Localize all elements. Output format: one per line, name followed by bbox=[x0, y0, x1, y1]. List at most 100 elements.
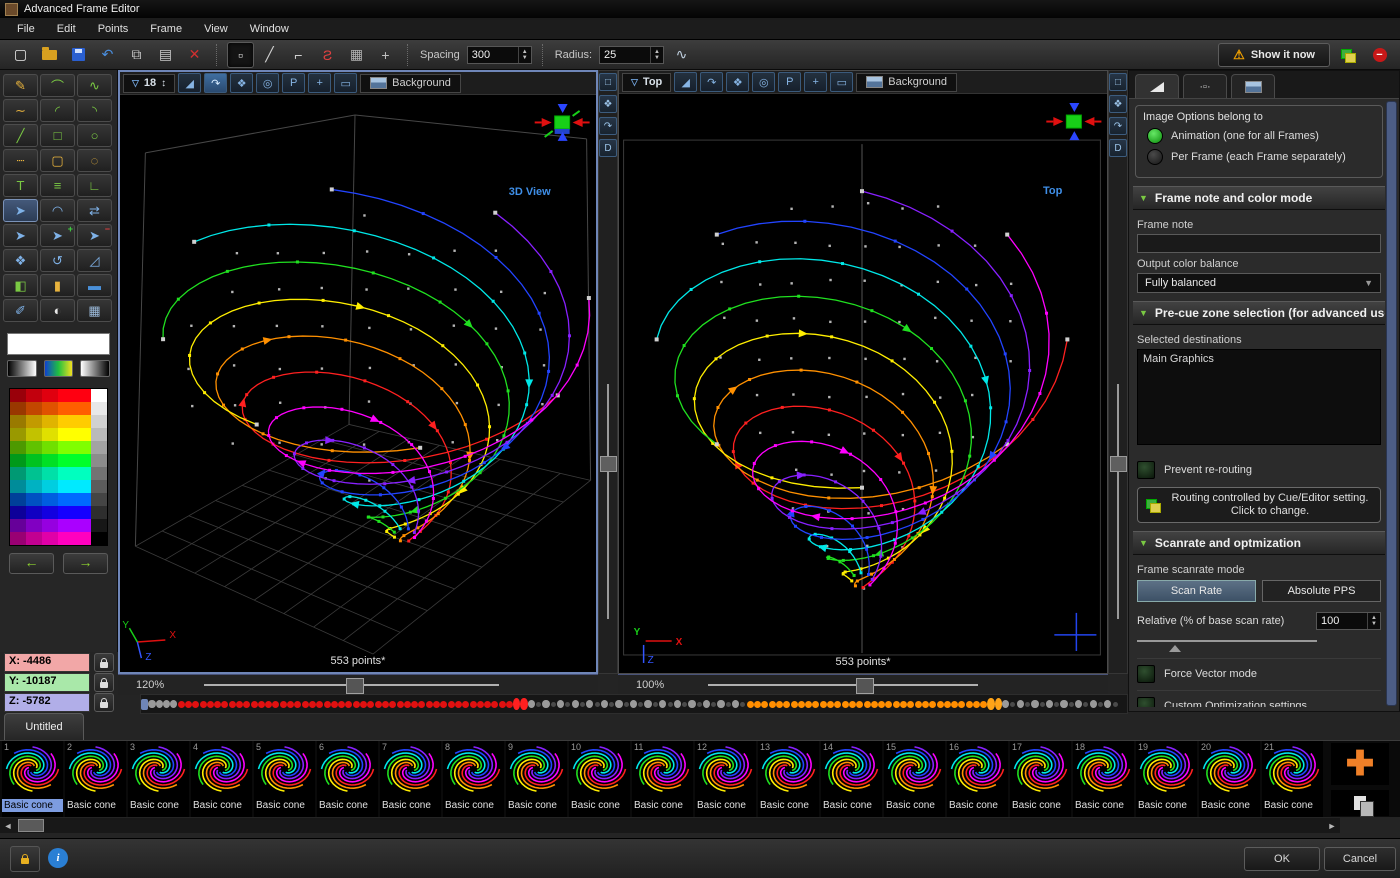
point-dot[interactable] bbox=[1090, 695, 1097, 713]
point-dot[interactable] bbox=[294, 695, 301, 713]
palette-swatch[interactable] bbox=[42, 415, 58, 428]
copy-button[interactable]: ⧉ bbox=[123, 42, 150, 68]
point-dot[interactable] bbox=[900, 695, 907, 713]
point-dot[interactable] bbox=[141, 695, 148, 713]
frame-thumbnail-7[interactable]: 7Basic cone bbox=[380, 741, 441, 817]
frame-thumbnail-8[interactable]: 8Basic cone bbox=[443, 741, 504, 817]
frame-thumbnail-16[interactable]: 16Basic cone bbox=[947, 741, 1008, 817]
document-tab[interactable]: Untitled bbox=[4, 713, 84, 740]
point-dot[interactable] bbox=[659, 695, 666, 713]
palette-swatch[interactable] bbox=[42, 454, 58, 467]
auto-connect-tool[interactable]: Ƨ bbox=[314, 42, 341, 68]
point-dot[interactable] bbox=[323, 695, 330, 713]
palette-swatch[interactable] bbox=[75, 506, 91, 519]
view-mode-dropdown[interactable]: ▽18↕ bbox=[123, 74, 175, 93]
palette-swatch[interactable] bbox=[58, 415, 74, 428]
palette-swatch[interactable] bbox=[26, 402, 42, 415]
crosshair-mode-button[interactable]: + bbox=[804, 72, 827, 92]
destinations-list[interactable]: Main Graphics bbox=[1137, 349, 1381, 445]
point-select-tool[interactable]: ▫ bbox=[227, 42, 254, 68]
view-mode-dropdown[interactable]: ▽Top bbox=[622, 73, 671, 92]
palette-swatch-gray[interactable] bbox=[91, 389, 107, 402]
point-dot[interactable] bbox=[710, 695, 717, 713]
add-frame-button[interactable]: ✚ bbox=[1331, 743, 1389, 785]
point-dot[interactable] bbox=[929, 695, 936, 713]
palette-swatch[interactable] bbox=[10, 480, 26, 493]
palette-swatch[interactable] bbox=[58, 454, 74, 467]
lock-frames-button[interactable] bbox=[10, 846, 40, 872]
point-dot[interactable] bbox=[914, 695, 921, 713]
point-dot[interactable] bbox=[258, 695, 265, 713]
point-rectangle-tool[interactable]: ▢ bbox=[40, 149, 75, 172]
grid-snap-tool[interactable]: ▦ bbox=[343, 42, 370, 68]
palette-swatch-gray[interactable] bbox=[91, 441, 107, 454]
point-dot[interactable] bbox=[207, 695, 214, 713]
gradient-wb-button[interactable] bbox=[80, 360, 110, 377]
point-dot[interactable] bbox=[1111, 695, 1118, 713]
background-button[interactable]: Background bbox=[856, 73, 957, 92]
routing-button[interactable]: Routing controlled by Cue/Editor setting… bbox=[1137, 487, 1381, 523]
bezier-curve-tool[interactable]: ⌒ bbox=[40, 74, 75, 97]
palette-swatch[interactable] bbox=[75, 441, 91, 454]
point-dot[interactable] bbox=[747, 695, 754, 713]
point-dot[interactable] bbox=[156, 695, 163, 713]
show-it-now-button[interactable]: ⚠Show it now bbox=[1218, 43, 1330, 67]
palette-swatch[interactable] bbox=[10, 467, 26, 480]
blackout-button[interactable]: − bbox=[1366, 42, 1393, 68]
rectangle-tool[interactable]: □ bbox=[40, 124, 75, 147]
point-dot[interactable] bbox=[170, 695, 177, 713]
frame-rect-mode-button[interactable]: ▭ bbox=[830, 72, 853, 92]
arc-cw-tool[interactable]: ◜ bbox=[40, 99, 75, 122]
palette-swatch[interactable] bbox=[10, 428, 26, 441]
palette-swatch[interactable] bbox=[75, 519, 91, 532]
point-dot[interactable] bbox=[229, 695, 236, 713]
point-dot[interactable] bbox=[922, 695, 929, 713]
frame-thumbnail-12[interactable]: 12Basic cone bbox=[695, 741, 756, 817]
point-dot[interactable] bbox=[834, 695, 841, 713]
palette-swatch[interactable] bbox=[10, 441, 26, 454]
palette-swatch[interactable] bbox=[42, 506, 58, 519]
paste-button[interactable]: ▤ bbox=[152, 42, 179, 68]
menu-edit[interactable]: Edit bbox=[46, 20, 87, 38]
freehand-curve-tool[interactable]: ∼ bbox=[3, 99, 38, 122]
palette-swatch-gray[interactable] bbox=[91, 402, 107, 415]
point-dot[interactable] bbox=[717, 695, 724, 713]
maximize-view-button[interactable]: □ bbox=[599, 73, 617, 91]
point-dot[interactable] bbox=[280, 695, 287, 713]
frame-rect-mode-button[interactable]: ▭ bbox=[334, 73, 357, 93]
point-dot[interactable] bbox=[703, 695, 710, 713]
point-dot[interactable] bbox=[411, 695, 418, 713]
palette-swatch[interactable] bbox=[58, 480, 74, 493]
palette-swatch[interactable] bbox=[42, 441, 58, 454]
rotate-tool[interactable]: ↺ bbox=[40, 249, 75, 272]
point-dot[interactable] bbox=[863, 695, 870, 713]
point-dot[interactable] bbox=[557, 695, 564, 713]
z-lock-button[interactable] bbox=[94, 693, 114, 712]
palette-swatch[interactable] bbox=[75, 428, 91, 441]
palette-swatch[interactable] bbox=[42, 493, 58, 506]
prevent-rerouting-checkbox[interactable] bbox=[1137, 461, 1155, 479]
point-dot[interactable] bbox=[520, 695, 527, 713]
palette-prev-button[interactable]: ← bbox=[9, 553, 54, 574]
zoom-tool-button[interactable]: ◎ bbox=[752, 72, 775, 92]
menu-frame[interactable]: Frame bbox=[139, 20, 193, 38]
orbit-tool-button[interactable]: ↷ bbox=[700, 72, 723, 92]
palette-swatch[interactable] bbox=[42, 532, 58, 545]
palette-swatch-gray[interactable] bbox=[91, 454, 107, 467]
point-dot[interactable] bbox=[688, 695, 695, 713]
palette-swatch[interactable] bbox=[58, 428, 74, 441]
point-dot[interactable] bbox=[820, 695, 827, 713]
palette-swatch[interactable] bbox=[75, 532, 91, 545]
palette-swatch[interactable] bbox=[26, 519, 42, 532]
menu-view[interactable]: View bbox=[193, 20, 239, 38]
palette-swatch-gray[interactable] bbox=[91, 519, 107, 532]
gradient-color-button[interactable] bbox=[44, 360, 74, 377]
point-dot[interactable] bbox=[192, 695, 199, 713]
palette-swatch-gray[interactable] bbox=[91, 493, 107, 506]
point-dot[interactable] bbox=[542, 695, 549, 713]
point-dot[interactable] bbox=[732, 695, 739, 713]
wedge-tool-button[interactable]: ◢ bbox=[178, 73, 201, 93]
point-dot[interactable] bbox=[221, 695, 228, 713]
point-dot[interactable] bbox=[761, 695, 768, 713]
scale-to-image-tool[interactable]: ◿ bbox=[77, 249, 112, 272]
